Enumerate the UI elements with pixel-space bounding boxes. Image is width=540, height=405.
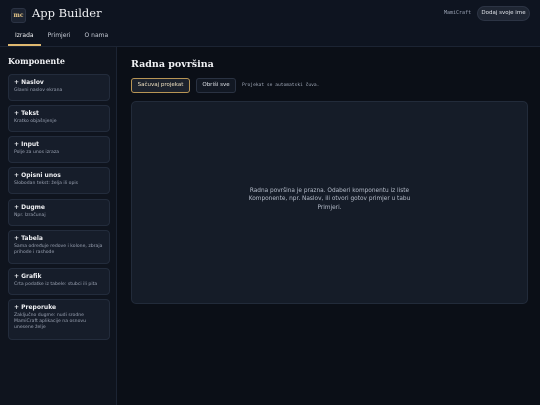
clear-all-button[interactable]: Obriši sve [196, 78, 236, 93]
component-desc: Polje za unos izraza [14, 150, 60, 155]
component-name: + Input [14, 141, 40, 148]
component-name: + Tabela [14, 235, 43, 242]
component-grafik[interactable]: + Grafik Crta podatke iz tabele: stubci … [8, 268, 110, 295]
component-opisni-unos[interactable]: + Opisni unos Slobodan tekst: želja ili … [8, 167, 110, 194]
component-input[interactable]: + Input Polje za unos izraza [8, 136, 110, 163]
component-name: + Dugme [14, 204, 45, 211]
tab-primjeri[interactable]: Primjeri [41, 28, 78, 46]
component-dugme[interactable]: + Dugme Npr. Izračunaj [8, 199, 110, 226]
tab-o-nama[interactable]: O nama [78, 28, 116, 46]
sidebar-title: Komponente [8, 56, 66, 66]
component-desc: Npr. Izračunaj [14, 213, 46, 218]
app-logo: mc [11, 8, 26, 23]
empty-workspace-message: Radna površina je prazna. Odaberi kompon… [248, 188, 411, 211]
component-preporuke[interactable]: + Preporuke Zaključno dugme: nudi srodne… [8, 299, 110, 340]
tab-izrada[interactable]: Izrada [8, 28, 41, 46]
app-title: App Builder [32, 6, 102, 20]
brand-tag: MamiCraft [444, 10, 472, 16]
add-name-button[interactable]: Dodaj svoje ime [477, 6, 530, 21]
autosave-note: Projekat se automatski čuva. [242, 83, 320, 88]
component-desc: Crta podatke iz tabele: stubci ili pita [14, 282, 98, 287]
component-name: + Opisni unos [14, 172, 61, 179]
page-title: Radna površina [131, 59, 214, 70]
component-desc: Slobodan tekst: želja ili opis [14, 181, 79, 186]
component-naslov[interactable]: + Naslov Glavni naslov ekrana [8, 74, 110, 101]
components-sidebar: Komponente + Naslov Glavni naslov ekrana… [0, 47, 117, 405]
app-header: mc App Builder MamiCraft Dodaj svoje ime… [0, 0, 540, 47]
component-name: + Tekst [14, 110, 39, 117]
save-project-button[interactable]: Sačuvaj projekat [131, 78, 190, 93]
component-desc: Kratko objašnjenje [14, 119, 57, 124]
component-desc: Glavni naslov ekrana [14, 88, 63, 93]
component-desc: Zaključno dugme: nudi srodne MamiCraft a… [14, 313, 87, 331]
component-name: + Grafik [14, 273, 42, 280]
tab-bar: Izrada Primjeri O nama [8, 28, 115, 46]
component-tekst[interactable]: + Tekst Kratko objašnjenje [8, 105, 110, 132]
component-desc: Sama određuje redove i kolone, zbraja pr… [14, 244, 103, 256]
component-tabela[interactable]: + Tabela Sama određuje redove i kolone, … [8, 230, 110, 264]
component-name: + Preporuke [14, 304, 57, 311]
component-name: + Naslov [14, 79, 44, 86]
